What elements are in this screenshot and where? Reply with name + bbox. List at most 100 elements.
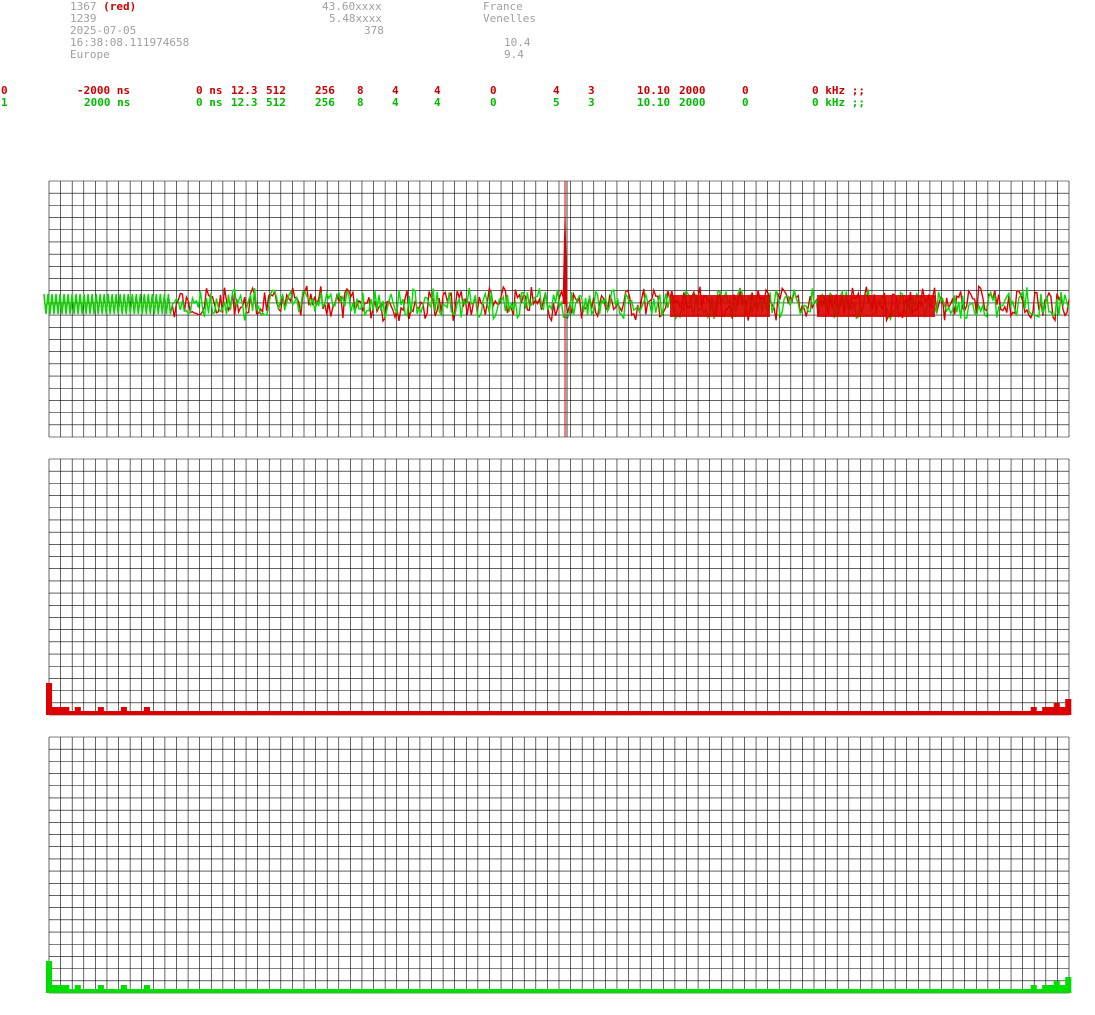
spectrum-bar <box>1042 985 1049 993</box>
spectrum-bar <box>385 989 392 993</box>
spectrum-bar <box>80 989 87 993</box>
spectrum-bar <box>310 711 317 715</box>
spectrum-bar <box>408 989 415 993</box>
spectrum-bar <box>345 711 352 715</box>
spectrum-bar <box>731 989 738 993</box>
spectrum-bar <box>1053 703 1060 715</box>
spectrum-bar <box>1001 711 1008 715</box>
spectrum-bar <box>126 989 133 993</box>
spectrum-bar <box>955 989 962 993</box>
spectrum-bar <box>189 989 197 993</box>
spectrum-bar <box>397 711 404 715</box>
spectrum-bar <box>627 989 634 993</box>
spectrum-bar <box>725 989 732 993</box>
spectrum-bar <box>800 989 807 993</box>
spectrum-bar <box>472 989 479 993</box>
spectrum-bar <box>754 711 761 715</box>
spectrum-bar <box>46 683 53 715</box>
spectrum-bar <box>1024 711 1031 715</box>
spectrum-bar <box>489 711 496 715</box>
spectrum-bar <box>489 989 496 993</box>
spectrum-bar <box>57 985 64 993</box>
spectrum-bar <box>857 989 864 993</box>
spectrum-bar <box>794 711 801 715</box>
spectrum-bar <box>679 711 686 715</box>
spectrum-bar <box>984 989 991 993</box>
spectrum-bar <box>207 989 214 993</box>
spectrum-bar <box>558 711 565 715</box>
spectrum-bar <box>495 711 502 715</box>
spectrum-bar <box>857 711 864 715</box>
spectrum-bar <box>690 989 697 993</box>
spectrum-bar <box>875 989 882 993</box>
spectrum-bar <box>431 711 438 715</box>
spectrum-bar <box>938 989 945 993</box>
spectrum-bar <box>224 711 231 715</box>
spectrum-bar <box>886 711 893 715</box>
spectrum-bar <box>282 989 289 993</box>
spectrum-bar <box>218 711 225 715</box>
spectrum-bar <box>1036 989 1043 993</box>
spectrum-bar <box>990 711 997 715</box>
spectrum-bar <box>379 989 387 993</box>
waveform-plot <box>43 181 1070 437</box>
spectrum-bar <box>875 711 882 715</box>
spectrum-bar <box>495 989 502 993</box>
spectrum-bar <box>662 989 669 993</box>
spectrum-bar <box>132 989 139 993</box>
spectrum-bar <box>541 711 548 715</box>
spectrum-bar <box>1059 985 1066 993</box>
spectrum-bar <box>644 711 651 715</box>
spectrum-bar <box>978 989 985 993</box>
spectrum-bar <box>391 711 398 715</box>
spectrum-bar <box>282 711 289 715</box>
spectrum-bar <box>477 989 484 993</box>
spectrum-bar <box>1013 711 1020 715</box>
spectrum-bar <box>276 711 283 715</box>
spectrum-bar <box>109 711 116 715</box>
spectrum-bar <box>339 711 346 715</box>
spectrum-bar <box>570 711 577 715</box>
spectrum-bar <box>414 989 421 993</box>
spectrum-bar <box>587 711 594 715</box>
spectrum-bar <box>270 989 277 993</box>
spectrum-bar <box>443 711 450 715</box>
spectrum-bar <box>460 989 467 993</box>
spectrum-bar <box>921 989 928 993</box>
spectrum-bar <box>886 989 893 993</box>
spectrum-bar <box>1053 981 1060 993</box>
spectrum-bar <box>806 989 813 993</box>
spectrum-bar <box>1001 989 1008 993</box>
spectrum-bar <box>247 989 254 993</box>
spectrum-bar <box>74 985 81 993</box>
spectrum-bar <box>345 989 352 993</box>
spectrum-bar <box>477 711 484 715</box>
spectrum-bar <box>961 989 968 993</box>
spectrum-bar <box>270 711 277 715</box>
spectrum-bar <box>880 711 888 715</box>
spectrum-bar <box>1065 699 1072 715</box>
spectrum-bar <box>598 711 605 715</box>
spectrum-bar <box>673 711 680 715</box>
spectrum-bar <box>737 989 744 993</box>
spectrum-bar <box>97 707 104 715</box>
spectrum-bar <box>241 711 248 715</box>
spectrum-bar <box>581 711 588 715</box>
spectrum-bar <box>212 989 220 993</box>
spectrum-bar <box>1065 977 1072 993</box>
spectrum-bar <box>719 989 726 993</box>
spectrum-bar <box>817 989 824 993</box>
spectrum-bar <box>541 989 548 993</box>
spectrum-bar <box>892 989 899 993</box>
spectrum-bar <box>719 711 726 715</box>
spectrum-bar <box>80 711 87 715</box>
spectrum-bar <box>86 711 93 715</box>
spectrum-bar <box>518 989 525 993</box>
spectrum-bar <box>403 711 410 715</box>
spectrum-bar <box>236 989 243 993</box>
spectrum-bar <box>546 989 554 993</box>
spectrum-bar <box>328 989 335 993</box>
spectrum-bar <box>328 711 335 715</box>
spectrum-bar <box>765 711 772 715</box>
spectrum-bar <box>575 989 582 993</box>
